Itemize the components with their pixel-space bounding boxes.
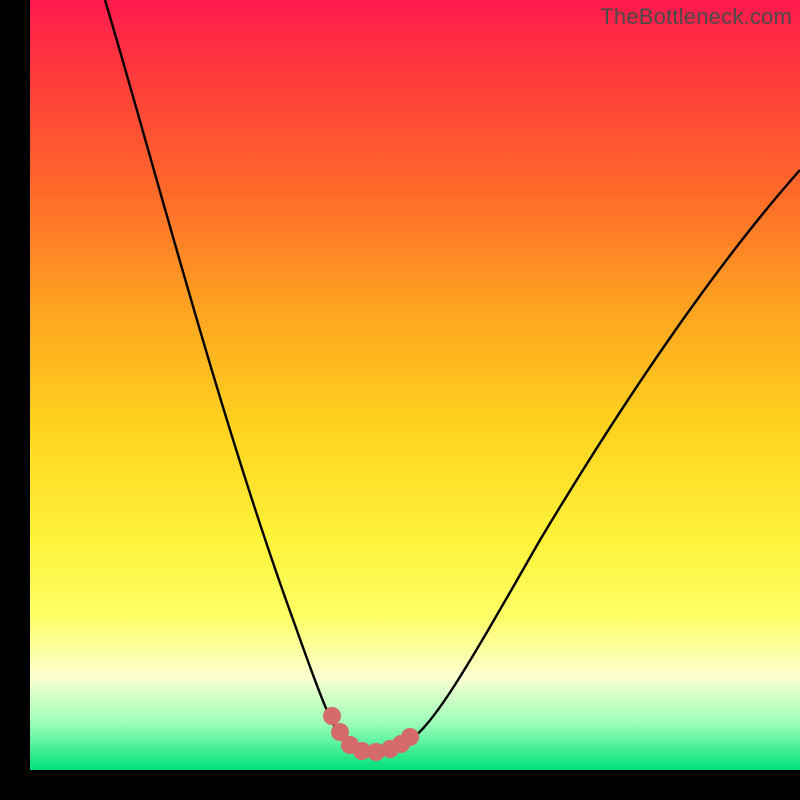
bottleneck-curve-path [105,0,800,750]
bottleneck-curve-svg [30,0,800,770]
chart-plot-area: TheBottleneck.com [30,0,800,770]
highlight-point [323,707,341,725]
highlight-point [401,728,419,746]
highlight-points-group [323,707,419,761]
